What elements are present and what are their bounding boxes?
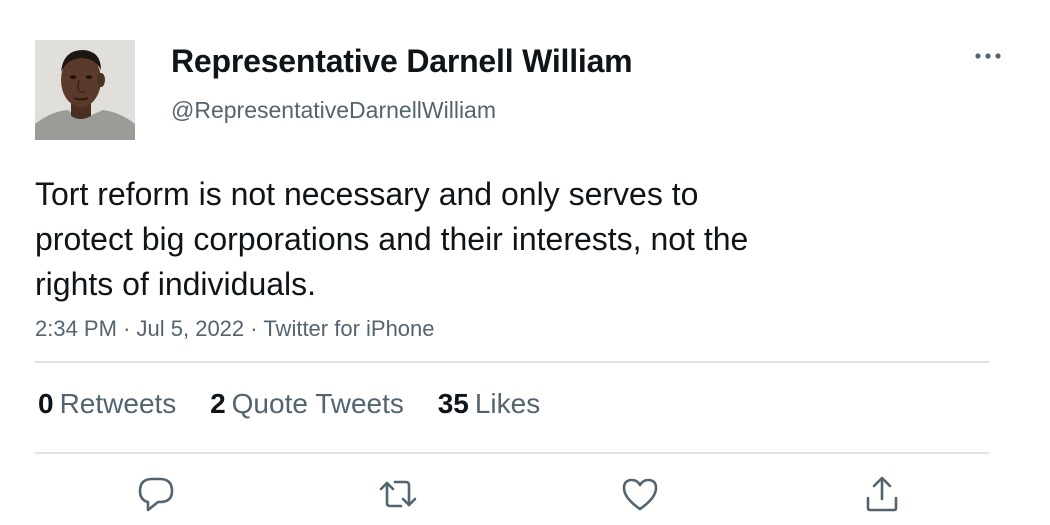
tweet-source[interactable]: Twitter for iPhone [263, 316, 434, 341]
more-icon [975, 53, 1001, 59]
retweet-icon [379, 480, 417, 508]
quote-tweets-label: Quote Tweets [231, 388, 404, 419]
quote-tweets-stat[interactable]: 2 Quote Tweets [210, 388, 404, 420]
likes-stat[interactable]: 35 Likes [438, 388, 541, 420]
display-name[interactable]: Representative Darnell William [171, 43, 633, 80]
tweet-time[interactable]: 2:34 PM [35, 316, 117, 341]
like-button[interactable] [618, 472, 662, 516]
tweet-metadata: 2:34 PM · Jul 5, 2022 · Twitter for iPho… [35, 316, 435, 342]
engagement-stats: 0 Retweets 2 Quote Tweets 35 Likes [38, 388, 566, 420]
reply-icon [138, 477, 174, 512]
meta-separator: · [123, 316, 131, 341]
reply-button[interactable] [134, 472, 178, 516]
tweet-text: Tort reform is not necessary and only se… [35, 172, 935, 307]
user-handle[interactable]: @RepresentativeDarnellWilliam [171, 97, 496, 124]
more-options-button[interactable] [968, 42, 1008, 70]
share-icon [866, 476, 898, 512]
retweets-stat[interactable]: 0 Retweets [38, 388, 176, 420]
likes-label: Likes [474, 388, 541, 419]
tweet-text-line: protect big corporations and their inter… [35, 221, 749, 257]
retweet-button[interactable] [376, 472, 420, 516]
tweet-text-line: Tort reform is not necessary and only se… [35, 176, 699, 212]
heart-icon [622, 478, 658, 511]
likes-count: 35 [437, 388, 469, 419]
meta-separator: · [250, 316, 258, 341]
tweet-date[interactable]: Jul 5, 2022 [137, 316, 245, 341]
avatar[interactable] [35, 40, 135, 140]
divider [35, 452, 989, 454]
retweets-label: Retweets [59, 388, 177, 419]
retweets-count: 0 [38, 388, 54, 419]
tweet-card: Representative Darnell William @Represen… [0, 0, 1050, 525]
profile-photo-icon [35, 40, 135, 140]
divider [35, 361, 989, 363]
tweet-text-line: rights of individuals. [35, 266, 317, 302]
quote-tweets-count: 2 [210, 388, 226, 419]
share-button[interactable] [860, 472, 904, 516]
